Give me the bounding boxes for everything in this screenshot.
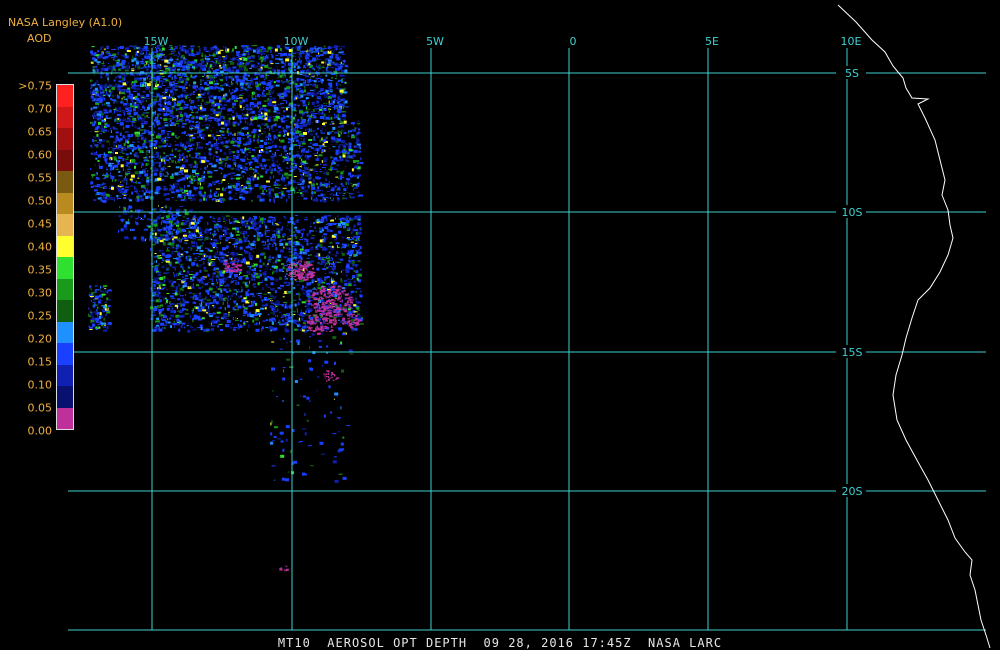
legend-label: 0.60 <box>27 148 53 162</box>
legend-swatch <box>57 407 73 429</box>
legend-label: 0.35 <box>27 263 53 277</box>
product-title: NASA Langley (A1.0) <box>8 16 123 29</box>
legend-label: 0.25 <box>27 309 53 323</box>
legend-swatch <box>57 128 73 150</box>
legend-label: 0.10 <box>27 378 53 392</box>
color-legend <box>56 84 74 430</box>
legend-swatch <box>57 364 73 386</box>
legend-swatch <box>57 192 73 214</box>
legend-swatch <box>57 171 73 193</box>
legend-swatch <box>57 235 73 257</box>
legend-label: 0.70 <box>27 102 53 116</box>
legend-swatch <box>57 300 73 322</box>
legend-label: 0.65 <box>27 125 53 139</box>
legend-label: 0.20 <box>27 332 53 346</box>
legend-swatch <box>57 149 73 171</box>
latitude-label: 5S <box>845 67 859 80</box>
image-caption: MT10 AEROSOL OPT DEPTH 09 28, 2016 17:45… <box>277 636 723 650</box>
legend-label: >0.75 <box>18 79 52 93</box>
latitude-label: 20S <box>842 485 863 498</box>
legend-label: 0.05 <box>27 401 53 415</box>
longitude-label: 0 <box>570 35 577 48</box>
map-canvas: 15W 10W 5W 0 5E 10E 5S 10S 15S 20S <box>0 0 1000 650</box>
variable-label: AOD <box>27 32 52 45</box>
legend-swatch <box>57 386 73 408</box>
longitude-label: 5W <box>426 35 444 48</box>
legend-swatch <box>57 214 73 236</box>
legend-label: 0.40 <box>27 240 53 254</box>
longitude-label: 5E <box>705 35 719 48</box>
legend-swatch <box>57 106 73 128</box>
legend-label: 0.55 <box>27 171 53 185</box>
longitude-label: 10E <box>841 35 862 48</box>
latitude-label: 10S <box>842 206 863 219</box>
legend-label: 0.00 <box>27 424 53 438</box>
longitude-label: 15W <box>144 35 169 48</box>
legend-swatch <box>57 278 73 300</box>
legend-swatch <box>57 343 73 365</box>
legend-swatch <box>57 85 73 107</box>
legend-swatch <box>57 257 73 279</box>
legend-label: 0.50 <box>27 194 53 208</box>
legend-label: 0.30 <box>27 286 53 300</box>
longitude-label: 10W <box>284 35 309 48</box>
map-background <box>0 0 1000 650</box>
legend-label: 0.45 <box>27 217 53 231</box>
legend-swatch <box>57 321 73 343</box>
legend-label: 0.15 <box>27 355 53 369</box>
latitude-label: 15S <box>842 346 863 359</box>
